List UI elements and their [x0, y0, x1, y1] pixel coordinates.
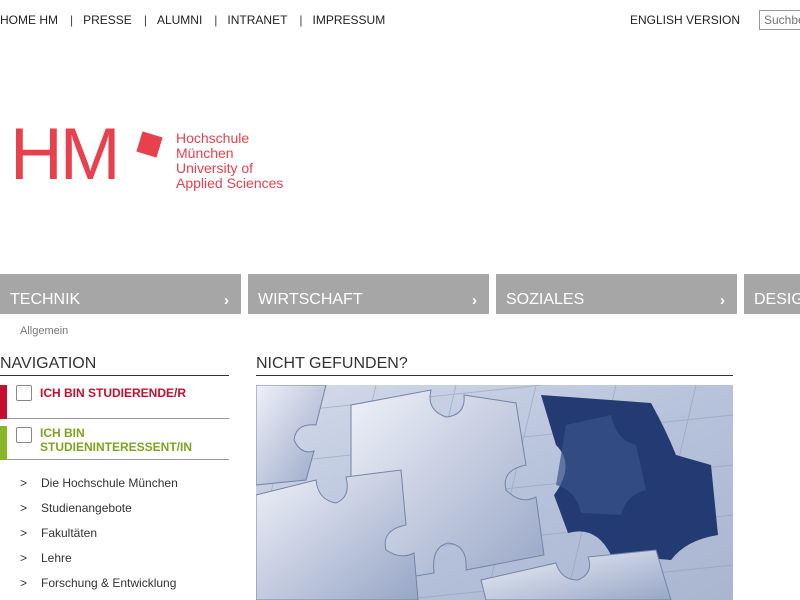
role-box-prospective[interactable]: ICH BIN STUDIENINTERESSENT/IN	[0, 426, 229, 460]
role-color-bar	[0, 426, 7, 460]
logo-line: Hochschule	[176, 130, 250, 146]
role-label: ICH BIN STUDIERENDE/R	[40, 386, 187, 400]
role-label-line: ICH BIN	[40, 426, 85, 440]
top-nav-impressum[interactable]: IMPRESSUM	[313, 13, 386, 27]
sidebar-item-label: Forschung & Entwicklung	[41, 576, 177, 590]
top-nav: HOME HM | PRESSE | ALUMNI | INTRANET | IMPRESSUM	[0, 13, 385, 27]
top-nav-home[interactable]: HOME HM	[0, 13, 58, 27]
top-nav-presse[interactable]: PRESSE	[83, 13, 132, 27]
role-color-bar	[0, 385, 7, 419]
sidebar-item-label: Lehre	[41, 551, 72, 565]
top-nav-intranet[interactable]: INTRANET	[227, 13, 287, 27]
puzzle-hero-image	[256, 385, 733, 600]
faculty-tab-design[interactable]: DESIGN	[744, 274, 800, 314]
faculty-tab-soziales[interactable]: SOZIALES ›	[496, 274, 737, 314]
logo-wordmark: Hochschule München University of Applied…	[176, 131, 336, 191]
top-nav-alumni[interactable]: ALUMNI	[157, 13, 202, 27]
faculty-tab-label: SOZIALES	[506, 291, 585, 308]
chevron-right-icon: >	[20, 501, 28, 515]
chevron-right-icon: >	[20, 476, 28, 490]
chevron-right-icon: ›	[224, 292, 229, 309]
chevron-right-icon: ›	[720, 292, 725, 309]
logo-square-icon	[136, 131, 163, 158]
page-title: NICHT GEFUNDEN?	[256, 355, 733, 376]
faculty-tab-label: WIRTSCHAFT	[258, 291, 363, 308]
sidebar-item-label: Studienangebote	[41, 501, 132, 515]
role-box-student[interactable]: ICH BIN STUDIERENDE/R	[0, 385, 229, 419]
english-version-link[interactable]: ENGLISH VERSION	[630, 13, 740, 27]
top-nav-separator: |	[299, 13, 303, 27]
faculty-tab-technik[interactable]: TECHNIK ›	[0, 274, 241, 314]
top-nav-separator: |	[143, 13, 147, 27]
search-input[interactable]	[759, 10, 800, 30]
top-nav-separator: |	[214, 13, 218, 27]
top-nav-separator: |	[70, 13, 74, 27]
role-label: ICH BIN STUDIENINTERESSENT/IN	[40, 426, 192, 454]
sidebar-item-label: Die Hochschule München	[41, 476, 178, 490]
logo-line: München	[176, 145, 234, 161]
role-label-line: STUDIENINTERESSENT/IN	[40, 440, 193, 454]
sidebar-item-label: Fakultäten	[41, 526, 98, 540]
chevron-right-icon: >	[20, 551, 28, 565]
sidebar-heading: NAVIGATION	[0, 355, 229, 376]
role-checkbox[interactable]	[16, 427, 32, 443]
faculty-tab-label: TECHNIK	[10, 291, 81, 308]
faculty-tab-label: DESIGN	[754, 291, 800, 308]
logo-line: University of	[176, 160, 254, 176]
chevron-right-icon: >	[20, 576, 28, 590]
logo-line: Applied Sciences	[176, 175, 284, 191]
faculty-tab-wirtschaft[interactable]: WIRTSCHAFT ›	[248, 274, 489, 314]
role-checkbox[interactable]	[16, 385, 32, 401]
chevron-right-icon: ›	[472, 292, 477, 309]
chevron-right-icon: >	[20, 526, 28, 540]
logo-mark: HM	[10, 114, 121, 195]
breadcrumb[interactable]: Allgemein	[20, 325, 68, 337]
